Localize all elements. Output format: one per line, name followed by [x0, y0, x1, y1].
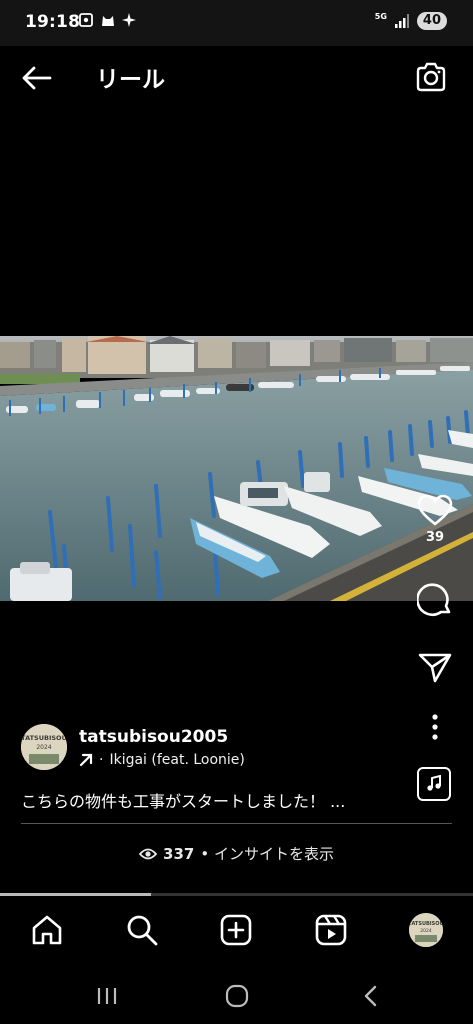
- top-bar: リール: [0, 46, 473, 110]
- home-circle-icon: [225, 984, 249, 1008]
- chevron-left-icon: [364, 985, 377, 1007]
- view-count: 337: [163, 844, 195, 863]
- battery-badge: 40: [416, 12, 447, 30]
- recents-icon: [97, 988, 117, 1004]
- avatar-year: 2024: [36, 744, 51, 751]
- back-system-button[interactable]: [356, 982, 386, 1010]
- cat-icon: [102, 16, 114, 26]
- comment-button[interactable]: [415, 582, 455, 618]
- profile-avatar-year: 2024: [420, 928, 432, 934]
- more-vertical-icon: [432, 714, 438, 740]
- view-insights-link[interactable]: 337 • インサイトを表示: [0, 843, 473, 864]
- profile-avatar: TATSUBISOU 2024: [409, 913, 443, 947]
- avatar-logo: TATSUBISOU 2024: [21, 724, 67, 770]
- search-icon: [127, 915, 158, 946]
- nav-create[interactable]: [218, 912, 254, 948]
- caption-divider: [21, 823, 452, 824]
- home-system-button[interactable]: [222, 982, 252, 1010]
- status-bar: 19:18 5G 40: [0, 0, 473, 46]
- nav-reels[interactable]: [313, 912, 349, 948]
- marina-image: [0, 336, 473, 601]
- bottom-nav: TATSUBISOU 2024: [0, 896, 473, 968]
- insights-label: • インサイトを表示: [200, 845, 334, 863]
- audio-thumbnail[interactable]: [417, 767, 451, 801]
- nav-search[interactable]: [124, 912, 160, 948]
- reels-icon: [315, 914, 347, 946]
- signal-icon: [394, 14, 409, 28]
- home-icon: [32, 915, 62, 945]
- music-link[interactable]: · Ikigai (feat. Loonie): [79, 752, 245, 768]
- reel-video[interactable]: [0, 336, 473, 601]
- screenshot-icon: [79, 13, 93, 27]
- profile-avatar-logo: TATSUBISOU 2024: [409, 913, 443, 947]
- heart-icon: [417, 494, 453, 526]
- sparkle-icon: [122, 13, 136, 27]
- arrow-up-right-icon: [79, 753, 93, 767]
- status-notification-icons: [78, 12, 136, 28]
- author-avatar[interactable]: TATSUBISOU 2024: [21, 724, 67, 770]
- comment-icon: [417, 583, 451, 617]
- recents-button[interactable]: [92, 982, 122, 1010]
- avatar-text: TATSUBISOU: [21, 734, 67, 742]
- page-title: リール: [96, 67, 165, 93]
- nav-profile[interactable]: TATSUBISOU 2024: [408, 912, 444, 948]
- system-nav-bar: [0, 968, 473, 1024]
- music-separator: ·: [99, 752, 104, 768]
- like-count: 39: [425, 530, 445, 545]
- share-button[interactable]: [415, 652, 455, 684]
- reel-caption[interactable]: こちらの物件も工事がスタートしました！ ...: [21, 788, 421, 812]
- status-time: 19:18: [25, 12, 81, 32]
- create-icon: [220, 914, 252, 946]
- like-button[interactable]: 39: [415, 494, 455, 545]
- camera-icon[interactable]: [415, 62, 447, 92]
- send-icon: [418, 653, 452, 683]
- more-options-button[interactable]: [415, 714, 455, 740]
- nav-home[interactable]: [29, 912, 65, 948]
- network-label: 5G: [374, 12, 387, 21]
- music-note-icon: [427, 775, 441, 791]
- music-track: Ikigai (feat. Loonie): [109, 752, 245, 768]
- profile-avatar-text: TATSUBISOU: [409, 921, 443, 927]
- eye-icon: [139, 848, 158, 859]
- author-username[interactable]: tatsubisou2005: [79, 727, 228, 747]
- arrow-left-icon[interactable]: [20, 64, 54, 92]
